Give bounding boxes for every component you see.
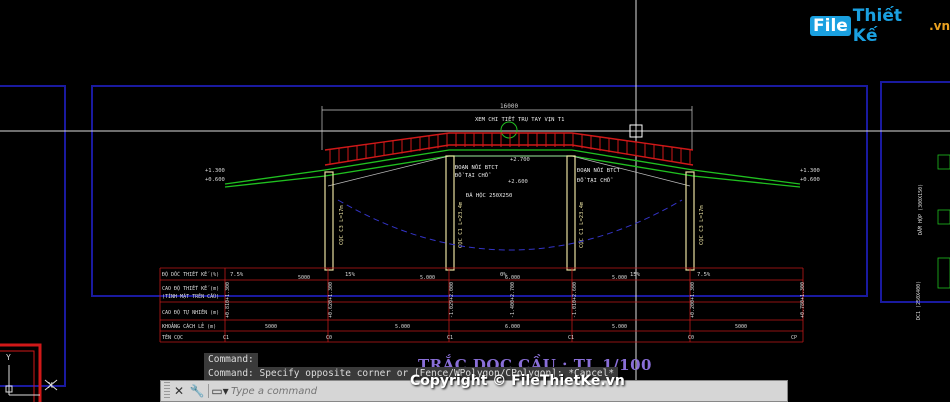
slope-value: 15%: [345, 272, 356, 278]
natural-ground-line: [337, 199, 683, 251]
svg-text:CAO ĐỘ TỰ NHIÊN (m): CAO ĐỘ TỰ NHIÊN (m): [162, 308, 219, 316]
svg-text:+0.600: +0.600: [800, 177, 820, 183]
svg-text:TÊN CỌC: TÊN CỌC: [162, 333, 183, 341]
svg-text:+2.700: +2.700: [510, 157, 530, 163]
natural-elevation: -1.010: [572, 300, 578, 318]
right-side-labels: DẦM HỘP (300X150) DC1 (250X400): [916, 184, 924, 320]
construction-notes: ĐOẠN NỐI BTCT ĐỔ TẠI CHỖ ĐOẠN NỐI BTCT Đ…: [455, 164, 621, 199]
logo-part-3: .vn: [929, 19, 950, 33]
design-elevation: +1.300: [225, 282, 231, 300]
cad-drawing-canvas[interactable]: 16000 XEM CHI TIẾT TRỤ TAY VỊN T1 CỌC C3…: [0, 0, 950, 402]
watermark: Copyright © FileThietKe.vn: [410, 373, 625, 389]
svg-text:ĐÁ HỘC 250X250: ĐÁ HỘC 250X250: [466, 191, 512, 199]
natural-elevation: +0.620: [328, 300, 334, 318]
natural-elevation: -1.029: [449, 300, 455, 318]
recent-commands-icon[interactable]: ▭▾: [211, 381, 229, 401]
natural-elevation: +0.810: [225, 300, 231, 318]
slope-length: 5000: [298, 275, 310, 281]
drawing-frames: [0, 81, 950, 387]
pile-label-2: CỌC C1 L=23.4m: [458, 201, 464, 248]
separator: [208, 384, 209, 398]
svg-text:ĐỔ TẠI CHỖ: ĐỔ TẠI CHỖ: [455, 172, 491, 179]
site-logo: File Thiết Kế .vn: [810, 6, 950, 46]
station-name: CP: [791, 335, 797, 341]
svg-text:ĐOẠN NỐI BTCT: ĐOẠN NỐI BTCT: [577, 167, 621, 174]
station-name: C1: [447, 335, 453, 341]
svg-text:(TÍNH MẶT TRÊN CẦU): (TÍNH MẶT TRÊN CẦU): [162, 292, 219, 300]
segment-distance: 5000: [735, 324, 747, 330]
design-elevation: +1.300: [800, 282, 806, 300]
slope-length: 5.000: [420, 275, 435, 281]
slope-length: 6.000: [505, 275, 520, 281]
svg-text:KHOẢNG CÁCH LẺ (m): KHOẢNG CÁCH LẺ (m): [162, 322, 216, 330]
natural-elevation: -1.400: [510, 300, 516, 318]
segment-distance: 6.000: [505, 324, 520, 330]
right-detail-hatch: [937, 154, 950, 289]
natural-elevation: +0.200: [690, 300, 696, 318]
svg-text:+0.600: +0.600: [205, 177, 225, 183]
design-elevation: +1.300: [328, 282, 334, 300]
command-history-line-1: Command:: [204, 353, 258, 367]
logo-part-1: File: [810, 16, 851, 36]
pile-label-4: CỌC C3 L=17m: [699, 205, 705, 245]
profile-table: [159, 267, 804, 343]
segment-distance: 5.000: [395, 324, 410, 330]
slope-length: 5.000: [612, 275, 627, 281]
design-elevation: +2.700: [510, 282, 516, 300]
svg-text:ĐỔ TẠI CHỖ: ĐỔ TẠI CHỖ: [577, 177, 613, 184]
natural-elevation: +0.780: [800, 300, 806, 318]
pile-labels: CỌC C3 L=17m CỌC C1 L=23.4m CỌC C1 L=23.…: [339, 201, 705, 248]
svg-text:+2.600: +2.600: [508, 179, 528, 185]
station-name: C1: [223, 335, 229, 341]
svg-text:Y: Y: [6, 353, 11, 362]
slope-value: 7.5%: [697, 272, 711, 278]
pile-label-1: CỌC C3 L=17m: [339, 205, 345, 245]
ucs-icon: Y X: [5, 353, 58, 396]
logo-part-2: Thiết Kế: [852, 6, 902, 46]
svg-text:DẦM HỘP (300X150): DẦM HỘP (300X150): [916, 184, 924, 235]
segment-distance: 5000: [265, 324, 277, 330]
design-elevation: +1.300: [690, 282, 696, 300]
close-icon[interactable]: ✕: [170, 381, 188, 401]
ref-note: XEM CHI TIẾT TRỤ TAY VỊN T1: [475, 115, 564, 123]
table-row-labels: ĐỘ DỐC THIẾT KẾ (%) CAO ĐỘ THIẾT KẾ (m) …: [162, 270, 219, 341]
svg-text:CAO ĐỘ THIẾT KẾ (m): CAO ĐỘ THIẾT KẾ (m): [162, 284, 219, 292]
detail-marker: [500, 121, 518, 139]
segment-distance: 5.000: [612, 324, 627, 330]
svg-text:DC1 (250X400): DC1 (250X400): [916, 281, 922, 320]
slope-value: 7.5%: [230, 272, 244, 278]
slope-value: 15%: [630, 272, 641, 278]
level-marks: +1.300 +0.600 +2.700 +2.600 +1.300 +0.60…: [205, 157, 820, 185]
station-name: C0: [688, 335, 694, 341]
customize-wrench-icon[interactable]: 🔧: [188, 381, 206, 401]
station-name: C0: [326, 335, 332, 341]
span-dim-label: 16000: [500, 103, 518, 110]
design-elevation: +2.000: [449, 282, 455, 300]
svg-text:ĐỘ DỐC THIẾT KẾ (%): ĐỘ DỐC THIẾT KẾ (%): [162, 270, 219, 278]
station-name: C1: [568, 335, 574, 341]
design-elevation: +2.600: [572, 282, 578, 300]
svg-text:+1.300: +1.300: [205, 168, 225, 174]
svg-text:+1.300: +1.300: [800, 168, 820, 174]
svg-text:ĐOẠN NỐI BTCT: ĐOẠN NỐI BTCT: [455, 164, 499, 171]
